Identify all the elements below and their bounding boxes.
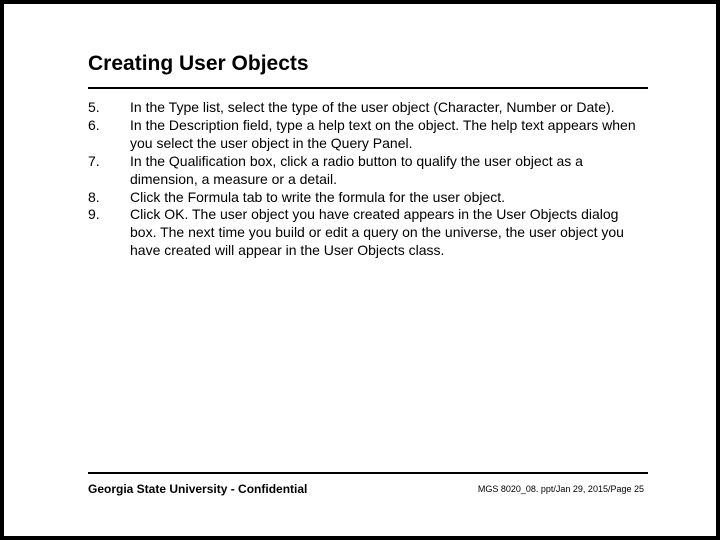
footer-right: MGS 8020_08. ppt/Jan 29, 2015/Page 25 bbox=[478, 484, 644, 494]
item-number: 9. bbox=[88, 206, 130, 260]
item-text: In the Type list, select the type of the… bbox=[130, 99, 648, 117]
item-number: 5. bbox=[88, 99, 130, 117]
steps-list: 5. In the Type list, select the type of … bbox=[88, 99, 648, 260]
footer-divider bbox=[88, 472, 648, 474]
list-item: 6. In the Description field, type a help… bbox=[88, 117, 648, 153]
item-number: 6. bbox=[88, 117, 130, 153]
item-number: 8. bbox=[88, 189, 130, 207]
list-item: 7. In the Qualification box, click a rad… bbox=[88, 153, 648, 189]
item-text: Click OK. The user object you have creat… bbox=[130, 206, 648, 260]
title-divider bbox=[88, 87, 648, 89]
list-item: 8. Click the Formula tab to write the fo… bbox=[88, 189, 648, 207]
footer-left: Georgia State University - Confidential bbox=[88, 482, 307, 496]
item-text: In the Qualification box, click a radio … bbox=[130, 153, 648, 189]
item-text: Click the Formula tab to write the formu… bbox=[130, 189, 648, 207]
item-number: 7. bbox=[88, 153, 130, 189]
slide: Creating User Objects 5. In the Type lis… bbox=[4, 4, 716, 536]
item-text: In the Description field, type a help te… bbox=[130, 117, 648, 153]
slide-title: Creating User Objects bbox=[88, 52, 309, 76]
list-item: 5. In the Type list, select the type of … bbox=[88, 99, 648, 117]
list-item: 9. Click OK. The user object you have cr… bbox=[88, 206, 648, 260]
